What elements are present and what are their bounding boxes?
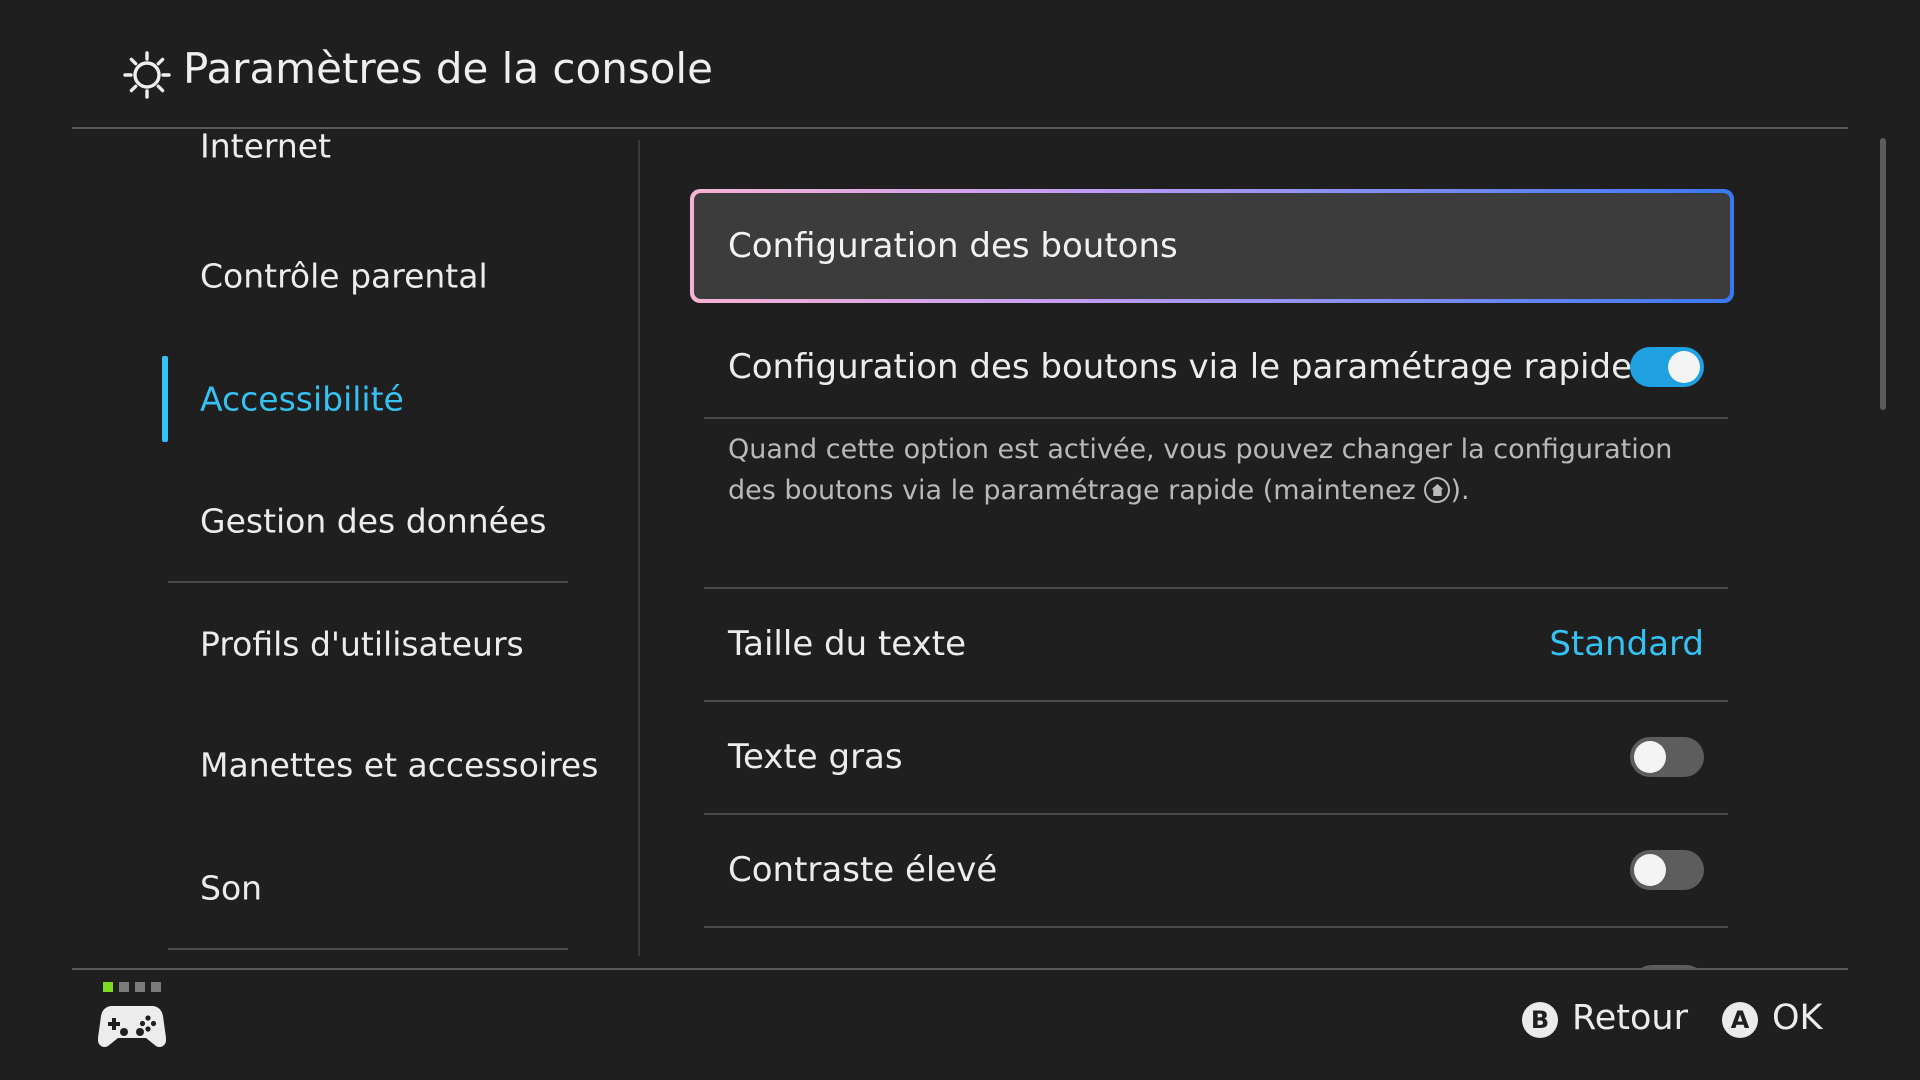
quick-config-description: Quand cette option est activée, vous pou… [728,429,1688,511]
sidebar-item-label: Internet [200,129,332,166]
player-dot [119,982,129,992]
toggle-knob [1634,854,1666,886]
sidebar-item-label: Gestion des données [200,501,547,541]
description-text-end: ). [1450,475,1470,506]
button-config-row[interactable]: Configuration des boutons [690,189,1734,303]
sidebar-item-label: Profils d'utilisateurs [200,624,524,664]
active-indicator [162,356,168,442]
row-label: Taille du texte [728,624,966,664]
player-dot [151,982,161,992]
sidebar-item-accessibility[interactable]: Accessibilité [162,356,568,442]
row-label: Texte gras [728,737,903,777]
description-text: Quand cette option est activée, vous pou… [728,434,1673,506]
footer-divider [72,968,1848,970]
sidebar-item-user-profiles[interactable]: Profils d'utilisateurs [168,601,568,687]
a-button-icon: A [1722,1002,1758,1038]
home-button-icon [1424,477,1451,503]
sidebar-divider [168,581,568,583]
settings-screen: Paramètres de la console Internet Contrô… [0,0,1920,1080]
page-title: Paramètres de la console [183,44,713,93]
gear-icon [123,51,171,99]
quick-config-toggle[interactable] [1630,347,1704,387]
row-label: Configuration des boutons via le paramét… [728,347,1632,387]
sidebar-divider [168,948,568,950]
ok-button[interactable]: A OK [1722,998,1832,1040]
ok-label: OK [1772,998,1823,1038]
player-dot-active [103,982,113,992]
sidebar: Internet Contrôle parental Accessibilité… [0,129,640,969]
bold-text-toggle[interactable] [1630,737,1704,777]
row-divider [704,926,1728,928]
b-button-icon: B [1522,1002,1558,1038]
row-divider [704,417,1728,419]
back-button[interactable]: B Retour [1522,998,1688,1040]
high-contrast-toggle[interactable] [1630,850,1704,890]
focus-highlight: Configuration des boutons [694,193,1730,299]
sidebar-item-label: Manettes et accessoires [200,745,599,785]
sidebar-item-label: Contrôle parental [200,256,488,296]
text-size-value: Standard [1549,624,1704,664]
sidebar-item-internet[interactable]: Internet [168,129,568,189]
header: Paramètres de la console [0,0,1920,129]
back-label: Retour [1572,998,1688,1038]
settings-content: Configuration des boutons Configuration … [640,129,1848,969]
row-label: Contraste élevé [728,850,998,890]
row-label: Configuration des boutons [728,226,1178,266]
sidebar-item-data-management[interactable]: Gestion des données [168,478,568,564]
player-dot [135,982,145,992]
quick-config-row[interactable]: Configuration des boutons via le paramét… [704,315,1728,419]
scrollbar[interactable] [1880,138,1886,410]
toggle-knob [1634,741,1666,773]
sidebar-item-controllers[interactable]: Manettes et accessoires [168,722,598,808]
text-size-row[interactable]: Taille du texte Standard [704,589,1728,699]
sidebar-item-label: Accessibilité [200,379,404,419]
player-indicator [103,982,163,992]
controller-icon [98,1006,166,1047]
sidebar-item-label: Son [200,868,263,908]
high-contrast-row[interactable]: Contraste élevé [704,815,1728,925]
bold-text-row[interactable]: Texte gras [704,702,1728,812]
toggle-knob [1668,351,1700,383]
sidebar-item-sound[interactable]: Son [168,845,568,931]
sidebar-item-parental-control[interactable]: Contrôle parental [168,233,568,319]
